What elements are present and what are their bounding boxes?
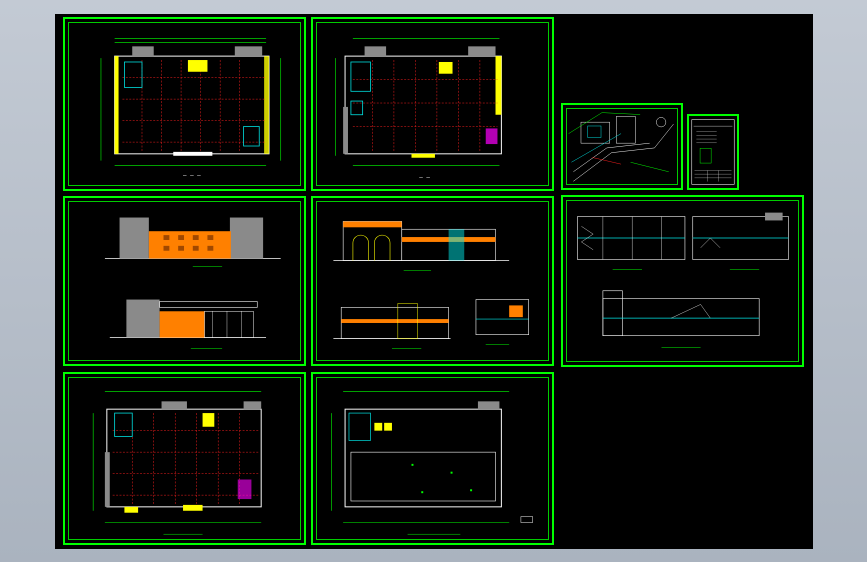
sheet-floor-plan-1[interactable]: — — — bbox=[63, 17, 306, 191]
floor-plan-1-drawing: — — — bbox=[100, 38, 282, 179]
sheet-elevations-2[interactable] bbox=[311, 196, 554, 366]
floor-plan-3-drawing bbox=[92, 391, 262, 535]
sheet-floor-plan-2[interactable]: — — bbox=[311, 17, 554, 191]
elevations-1-drawing bbox=[104, 217, 281, 349]
svg-text:— — —: — — — bbox=[183, 173, 201, 179]
sheet-site-plan[interactable] bbox=[561, 103, 683, 190]
title-block-drawing bbox=[691, 119, 735, 185]
cad-drawing-canvas[interactable]: — — — — — bbox=[55, 14, 813, 549]
elevations-2-drawing bbox=[333, 221, 529, 349]
floor-plan-2-drawing: — — bbox=[334, 38, 502, 181]
site-plan-drawing bbox=[568, 112, 674, 182]
sections-drawing bbox=[577, 212, 789, 348]
sheet-sections[interactable] bbox=[561, 195, 804, 367]
roof-plan-drawing bbox=[331, 391, 533, 535]
sheet-floor-plan-3[interactable] bbox=[63, 372, 306, 545]
sheet-title-block[interactable] bbox=[687, 114, 739, 190]
svg-text:— —: — — bbox=[419, 175, 430, 181]
sheet-elevations-1[interactable] bbox=[63, 196, 306, 366]
sheet-roof-plan[interactable] bbox=[311, 372, 554, 545]
